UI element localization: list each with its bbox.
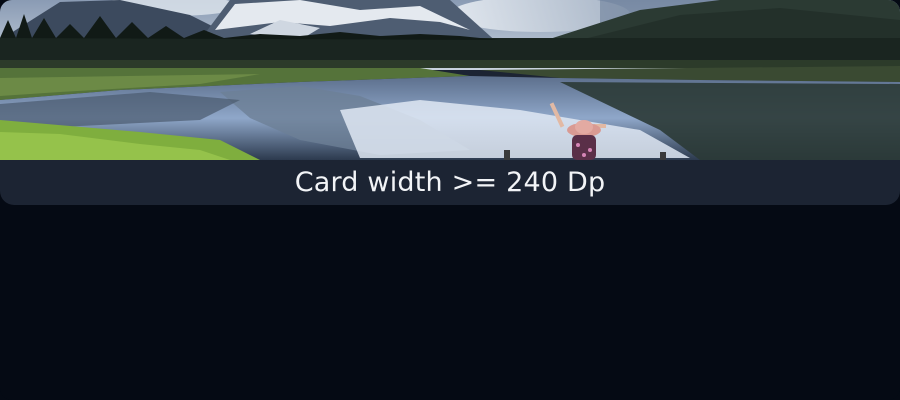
app-screen: Card width >= 240 Dp (0, 0, 900, 400)
card-caption: Card width >= 240 Dp (294, 167, 606, 198)
card-caption-bar: Card width >= 240 Dp (0, 160, 900, 205)
image-card[interactable]: Card width >= 240 Dp (0, 0, 900, 205)
landscape-photo (0, 0, 900, 160)
landscape-photo-graphic (0, 0, 900, 160)
